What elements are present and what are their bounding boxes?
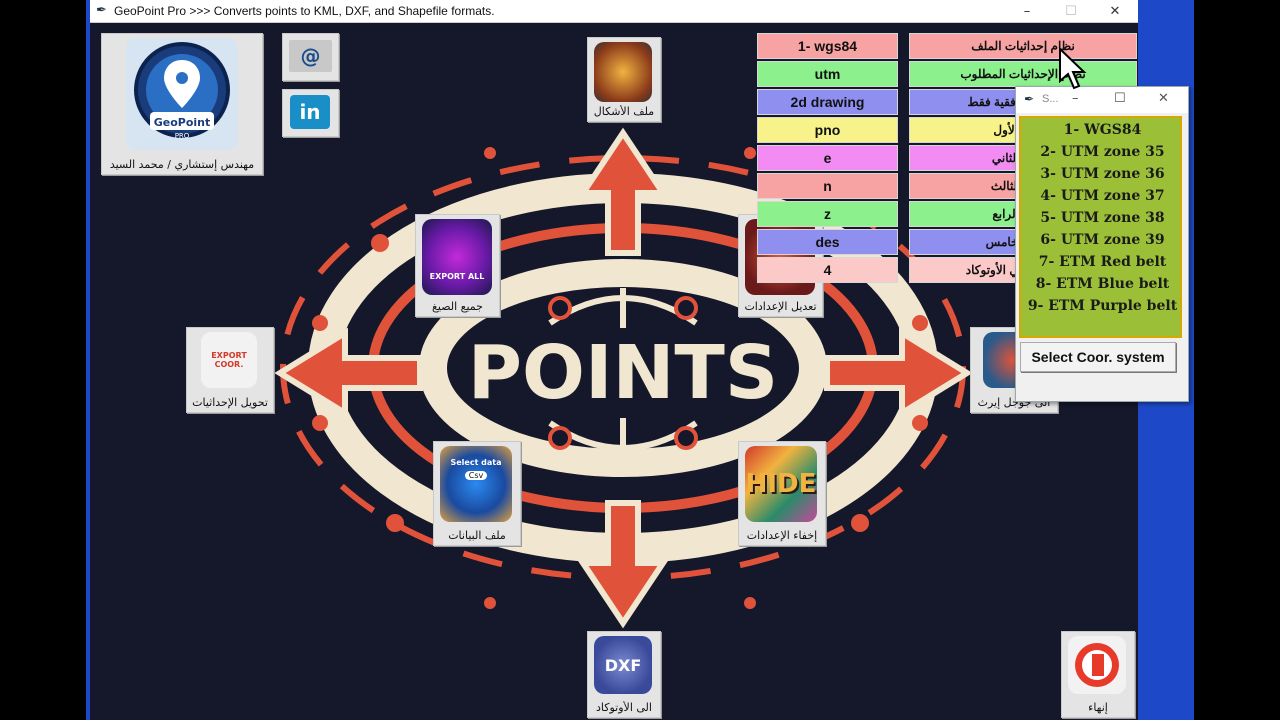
shapes-badge-icon xyxy=(594,42,652,102)
value-cell-8[interactable]: des xyxy=(757,229,898,255)
desktop-right xyxy=(1194,0,1280,720)
linkedin-icon: in xyxy=(290,95,330,129)
list-item[interactable]: 6- UTM zone 39 xyxy=(1021,232,1184,248)
value-cell-2[interactable]: utm xyxy=(757,61,898,87)
hide-settings-button[interactable]: HIDE إخفاء الإعدادات xyxy=(738,441,826,546)
logo-sub-text: PRO xyxy=(175,132,190,140)
select-coor-system-button[interactable]: Select Coor. system xyxy=(1020,342,1176,372)
linkedin-button[interactable]: in xyxy=(282,89,339,137)
maximize-button[interactable]: ☐ xyxy=(1048,0,1094,22)
list-item[interactable]: 3- UTM zone 36 xyxy=(1021,166,1184,182)
edit-settings-caption: تعديل الإعدادات xyxy=(744,300,817,313)
exit-caption: إنهاء xyxy=(1088,701,1108,714)
value-cell-9[interactable]: 4 xyxy=(757,257,898,283)
coordinate-system-list[interactable]: 1- WGS84 2- UTM zone 35 3- UTM zone 36 4… xyxy=(1019,116,1182,338)
data-file-button[interactable]: Select data Csv ملف البيانات xyxy=(433,441,521,546)
list-item[interactable]: 8- ETM Blue belt xyxy=(1021,276,1184,292)
value-cell-7[interactable]: z xyxy=(757,201,898,227)
main-window: ✒ GeoPoint Pro >>> Converts points to KM… xyxy=(90,0,1138,720)
autocad-caption: الى الأوتوكاد xyxy=(596,701,652,714)
envelope-icon: @ xyxy=(289,40,332,72)
globe-pin-icon: GeoPoint PRO xyxy=(134,42,230,140)
export-coor-icon: EXPORT COOR. xyxy=(201,332,257,388)
logo-caption: مهندس إستشاري / محمد السيد xyxy=(109,158,255,171)
exit-button[interactable]: إنهاء xyxy=(1061,631,1135,718)
data-file-caption: ملف البيانات xyxy=(448,529,506,542)
coordinate-system-dialog: ✒ S... – ☐ ✕ 1- WGS84 2- UTM zone 35 3- … xyxy=(1015,86,1189,402)
window-title: GeoPoint Pro >>> Converts points to KML,… xyxy=(114,4,495,18)
settings-values-column: 1- wgs84 utm 2d drawing pno e n z des 4 xyxy=(757,33,898,283)
value-cell-3[interactable]: 2d drawing xyxy=(757,89,898,115)
label-cell-1[interactable]: نظام إحداثيات الملف xyxy=(909,33,1137,59)
exit-door-icon xyxy=(1068,636,1126,694)
logo-brand-text: GeoPoint xyxy=(154,116,211,129)
list-item[interactable]: 2- UTM zone 35 xyxy=(1021,144,1184,160)
list-item[interactable]: 9- ETM Purple belt xyxy=(1021,298,1184,314)
list-item[interactable]: 5- UTM zone 38 xyxy=(1021,210,1184,226)
hide-caption: إخفاء الإعدادات xyxy=(746,529,818,542)
dialog-title: S... xyxy=(1042,93,1059,105)
hide-icon: HIDE xyxy=(745,446,817,522)
logo-tile[interactable]: GeoPoint PRO مهندس إستشاري / محمد السيد xyxy=(101,33,263,175)
value-cell-6[interactable]: n xyxy=(757,173,898,199)
points-headline: POINTS xyxy=(468,330,778,416)
mouse-cursor-icon xyxy=(1059,47,1087,90)
feather-app-icon: ✒ xyxy=(1024,92,1035,106)
feather-app-icon: ✒ xyxy=(96,3,107,18)
close-button[interactable]: ✕ xyxy=(1092,0,1138,22)
shapes-caption: ملف الأشكال xyxy=(593,105,655,118)
label-cell-2[interactable]: نظام الإحداثيات المطلوب xyxy=(909,61,1137,87)
shapes-file-button[interactable]: ملف الأشكال xyxy=(587,37,661,122)
email-button[interactable]: @ xyxy=(282,33,339,81)
desktop-left xyxy=(0,0,90,720)
list-item[interactable]: 7- ETM Red belt xyxy=(1021,254,1184,270)
value-cell-4[interactable]: pno xyxy=(757,117,898,143)
list-item[interactable]: 1- WGS84 xyxy=(1021,122,1184,138)
value-cell-5[interactable]: e xyxy=(757,145,898,171)
dialog-maximize-button[interactable]: ☐ xyxy=(1114,91,1126,106)
geopoint-logo: GeoPoint PRO xyxy=(126,38,238,150)
export-all-caption: جميع الصيغ xyxy=(432,300,483,313)
dialog-minimize-button[interactable]: – xyxy=(1072,91,1079,106)
export-all-button[interactable]: EXPORT ALL جميع الصيغ xyxy=(415,214,500,317)
convert-coordinates-button[interactable]: EXPORT COOR. تحويل الإحداثيات xyxy=(186,327,274,413)
dxf-icon: DXF xyxy=(594,636,652,694)
dialog-close-button[interactable]: ✕ xyxy=(1158,91,1169,106)
export-all-icon: EXPORT ALL xyxy=(422,219,492,295)
title-bar: ✒ GeoPoint Pro >>> Converts points to KM… xyxy=(90,0,1138,23)
list-item[interactable]: 4- UTM zone 37 xyxy=(1021,188,1184,204)
value-cell-1[interactable]: 1- wgs84 xyxy=(757,33,898,59)
select-data-icon: Select data Csv xyxy=(440,446,512,522)
autocad-button[interactable]: DXF الى الأوتوكاد xyxy=(587,631,661,718)
minimize-button[interactable]: – xyxy=(1004,0,1050,22)
dialog-title-bar: ✒ S... – ☐ ✕ xyxy=(1016,87,1188,113)
convert-caption: تحويل الإحداثيات xyxy=(192,396,268,409)
